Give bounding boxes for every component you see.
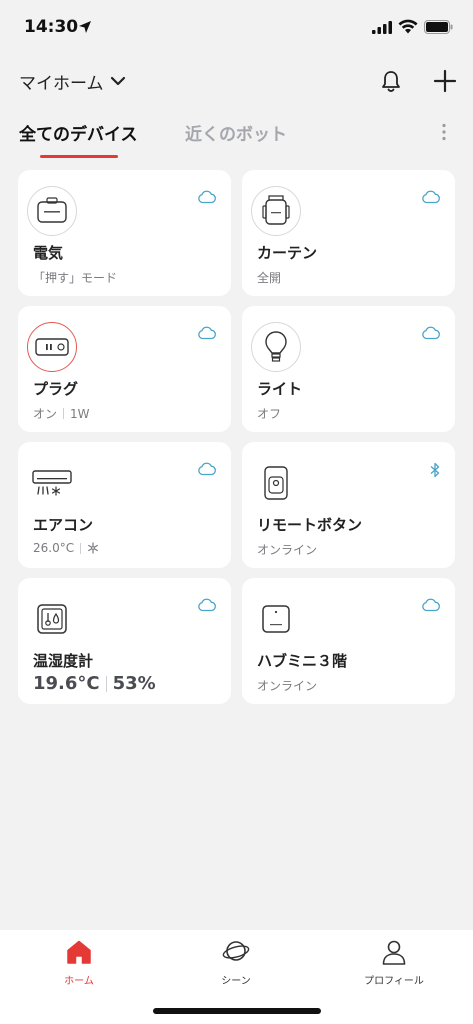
cloud-icon xyxy=(198,326,216,340)
device-name: リモートボタン xyxy=(257,516,363,534)
bulb-icon xyxy=(251,322,301,372)
add-device-plus-icon[interactable] xyxy=(432,68,458,94)
device-name: 温湿度計 xyxy=(33,652,94,670)
temperature-value: 19.6°C xyxy=(33,673,100,694)
location-arrow-icon xyxy=(79,21,91,33)
ac-temperature: 26.0°C xyxy=(33,541,75,555)
cloud-icon xyxy=(198,190,216,204)
device-card-thermo-hygrometer[interactable]: 温湿度計 19.6°C 53% xyxy=(18,578,231,704)
status-bar: 14:30 xyxy=(0,0,473,54)
tab-all-devices[interactable]: 全てのデバイス xyxy=(19,120,138,145)
device-name: エアコン xyxy=(33,516,94,534)
status-time: 14:30 xyxy=(24,17,79,37)
home-indicator-bar xyxy=(153,1008,321,1014)
device-mode: 「押す」モード xyxy=(33,271,118,285)
chevron-down-icon xyxy=(110,76,125,86)
divider xyxy=(105,675,107,692)
profile-icon xyxy=(382,940,406,965)
nav-home-label: ホーム xyxy=(64,976,94,987)
connection-state: オンライン xyxy=(257,679,318,693)
device-status: オンライン xyxy=(257,541,317,558)
battery-icon xyxy=(424,20,453,34)
device-name: ライト xyxy=(257,380,303,398)
home-selector[interactable]: マイホーム xyxy=(19,68,126,94)
curtain-icon xyxy=(251,186,301,236)
bluetooth-icon xyxy=(430,462,440,478)
device-status: 19.6°C 53% xyxy=(33,673,156,694)
nav-home[interactable]: ホーム xyxy=(29,938,129,987)
divider xyxy=(63,408,65,419)
nav-scene[interactable]: シーン xyxy=(186,938,286,987)
nav-profile[interactable]: プロフィール xyxy=(344,938,444,987)
device-name: プラグ xyxy=(33,380,79,398)
bot-icon xyxy=(27,186,77,236)
device-card-bot[interactable]: 電気 「押す」モード xyxy=(18,170,231,296)
thermo-hygrometer-icon xyxy=(27,594,77,644)
cellular-signal-icon xyxy=(372,21,392,34)
light-state: オフ xyxy=(257,407,282,421)
device-status: オン 1W xyxy=(33,405,90,422)
device-name: カーテン xyxy=(257,244,318,262)
hub-mini-icon xyxy=(251,594,301,644)
air-conditioner-icon xyxy=(27,458,77,508)
scene-icon xyxy=(222,941,250,961)
device-card-curtain[interactable]: カーテン 全開 xyxy=(242,170,455,296)
device-card-light[interactable]: ライト オフ xyxy=(242,306,455,432)
device-status: オンライン xyxy=(257,677,317,694)
active-tab-indicator xyxy=(40,155,118,158)
humidity-value: 53% xyxy=(112,673,156,694)
cloud-icon xyxy=(422,190,440,204)
more-vertical-icon[interactable] xyxy=(441,123,447,141)
tab-nearby-bots[interactable]: 近くのボット xyxy=(185,120,287,145)
home-name: マイホーム xyxy=(19,73,104,94)
device-name: ハブミニ３階 xyxy=(257,652,348,670)
divider xyxy=(80,542,82,554)
device-status: 「押す」モード xyxy=(33,269,117,286)
device-card-air-conditioner[interactable]: エアコン 26.0°C xyxy=(18,442,231,568)
nav-scene-label: シーン xyxy=(221,976,251,987)
cloud-icon xyxy=(422,326,440,340)
bell-icon[interactable] xyxy=(378,68,404,94)
wifi-icon xyxy=(398,19,418,34)
device-name: 電気 xyxy=(33,244,64,262)
device-card-plug[interactable]: プラグ オン 1W xyxy=(18,306,231,432)
cloud-icon xyxy=(198,462,216,476)
home-icon xyxy=(67,940,91,964)
remote-button-icon xyxy=(251,458,301,508)
cloud-icon xyxy=(198,598,216,612)
power-state: オン xyxy=(33,407,58,421)
device-card-remote-button[interactable]: リモートボタン オンライン xyxy=(242,442,455,568)
connection-state: オンライン xyxy=(257,543,318,557)
device-card-hub-mini[interactable]: ハブミニ３階 オンライン xyxy=(242,578,455,704)
power-usage: 1W xyxy=(70,406,90,421)
curtain-position: 全開 xyxy=(257,271,282,285)
device-status: オフ xyxy=(257,405,281,422)
plug-icon xyxy=(27,322,77,372)
device-status: 全開 xyxy=(257,269,281,286)
device-status: 26.0°C xyxy=(33,541,99,555)
snowflake-icon xyxy=(88,542,99,554)
cloud-icon xyxy=(422,598,440,612)
nav-profile-label: プロフィール xyxy=(364,976,424,987)
